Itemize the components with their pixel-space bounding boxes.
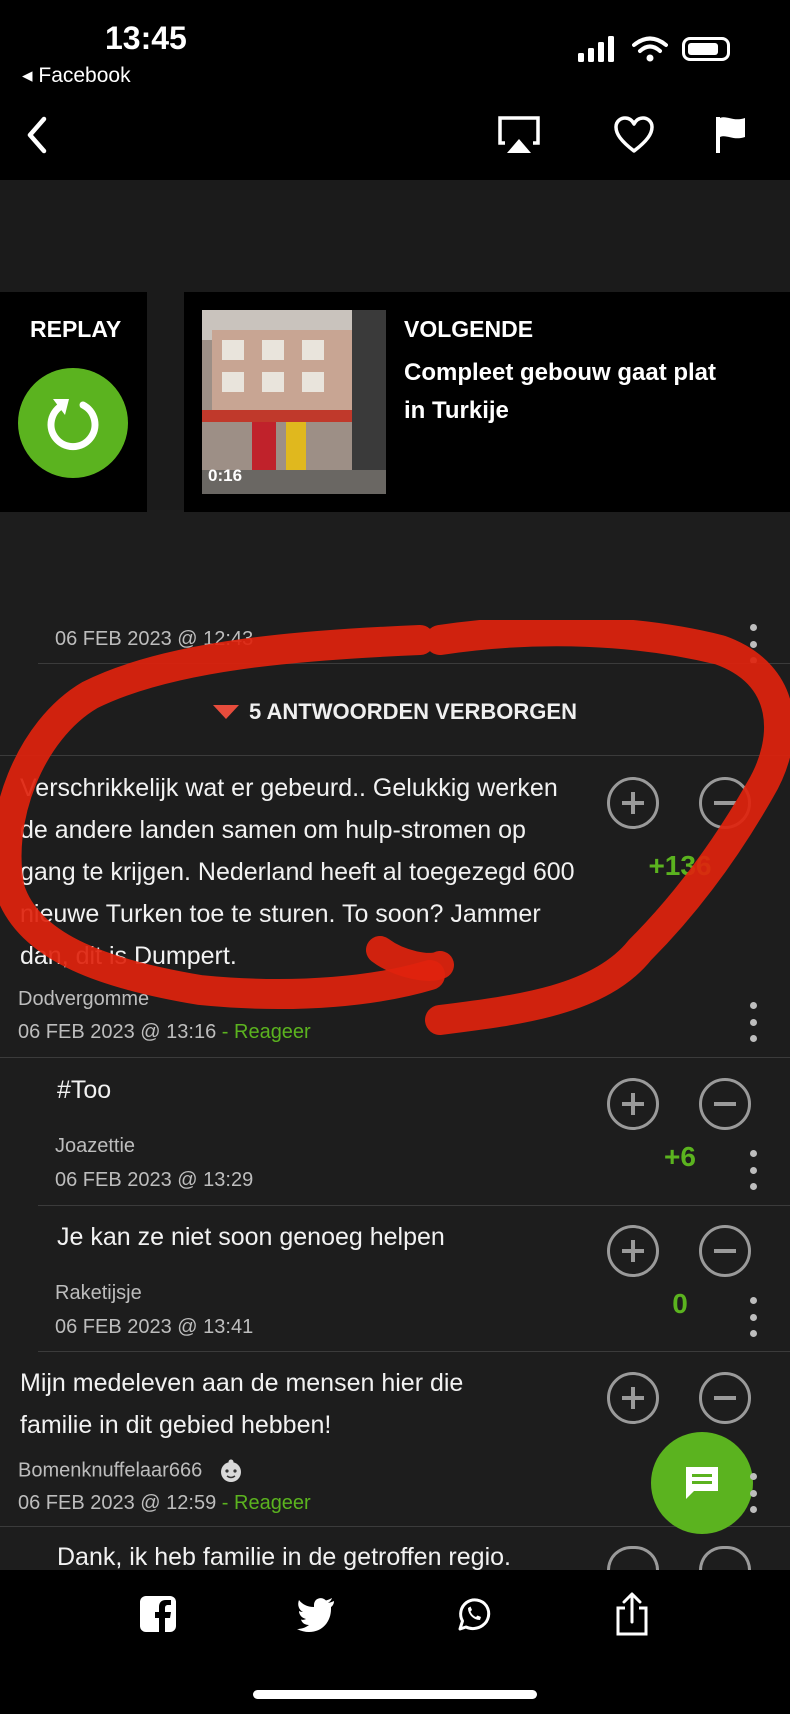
comment-menu-icon[interactable] (743, 1473, 763, 1513)
comment-menu-icon[interactable] (743, 1002, 763, 1042)
comment-date: 06 FEB 2023 @ 13:41 (55, 1316, 254, 1338)
comment-author[interactable]: Dodvergomme (18, 988, 149, 1011)
home-indicator (253, 1690, 537, 1699)
twitter-icon[interactable] (292, 1590, 340, 1638)
comment-author: Bomenknuffelaar666 (18, 1458, 244, 1484)
battery-icon (682, 37, 730, 61)
comment-author-name[interactable]: Bomenknuffelaar666 (18, 1459, 202, 1481)
comment-date: 06 FEB 2023 @ 13:29 (55, 1169, 254, 1191)
comment-text: Dank, ik heb familie in de getroffen reg… (57, 1543, 511, 1570)
plus-icon (622, 792, 644, 814)
top-nav-bar (0, 90, 790, 180)
signal-icon (578, 36, 614, 62)
status-bar: 13:45 ◂ Facebook (0, 0, 790, 90)
comment-author[interactable]: Raketijsje (55, 1282, 142, 1305)
share-icon[interactable] (608, 1590, 656, 1638)
upvote-button[interactable] (607, 1372, 659, 1424)
minus-icon (714, 1249, 736, 1253)
status-icons (578, 36, 730, 62)
comment-text: Je kan ze niet soon genoeg helpen (57, 1223, 445, 1251)
comment-date: 06 FEB 2023 @ 12:59 - Reageer (18, 1492, 311, 1515)
minus-icon (714, 801, 736, 805)
downvote-button[interactable] (699, 1372, 751, 1424)
downvote-button[interactable] (699, 777, 751, 829)
flag-icon[interactable] (708, 112, 754, 158)
heart-icon[interactable] (611, 112, 657, 158)
replay-card[interactable]: REPLAY (0, 292, 147, 512)
replay-icon (47, 399, 99, 451)
downvote-button[interactable] (699, 1078, 751, 1130)
divider (0, 1057, 790, 1058)
divider (0, 755, 790, 756)
baby-face-icon (220, 1459, 241, 1482)
comment-menu-icon[interactable] (743, 1150, 763, 1190)
comment-text: Verschrikkelijk wat er gebeurd.. Gelukki… (20, 774, 575, 970)
chat-bubble-icon (686, 1467, 718, 1499)
whatsapp-icon[interactable] (450, 1590, 498, 1638)
comment-score: 0 (672, 1288, 688, 1319)
comment-date: 06 FEB 2023 @ 13:16 - Reageer (18, 1021, 311, 1044)
divider (38, 1205, 790, 1206)
plus-icon (622, 1387, 644, 1409)
wifi-icon (632, 36, 668, 62)
downvote-button[interactable] (699, 1225, 751, 1277)
comment-text: #Too (57, 1076, 112, 1104)
replay-button[interactable] (18, 368, 128, 478)
upvote-button[interactable] (607, 1078, 659, 1130)
comment-menu-icon[interactable] (743, 624, 763, 664)
upvote-button[interactable] (607, 1225, 659, 1277)
video-duration: 0:16 (208, 466, 243, 485)
replay-label: REPLAY (30, 316, 122, 342)
comment-menu-icon[interactable] (743, 1297, 763, 1337)
next-video-title[interactable]: Compleet gebouw gaat plat in Turkije (404, 354, 744, 430)
reply-link[interactable]: - Reageer (222, 1021, 311, 1043)
hidden-replies-label: 5 ANTWOORDEN VERBORGEN (249, 699, 577, 724)
plus-icon (622, 1093, 644, 1115)
hidden-replies-toggle[interactable]: 5 ANTWOORDEN VERBORGEN (0, 699, 790, 725)
write-comment-button[interactable] (651, 1432, 753, 1534)
reply-link[interactable]: - Reageer (222, 1492, 311, 1514)
divider (0, 1526, 790, 1527)
comment-date-text: 06 FEB 2023 @ 13:16 (18, 1021, 217, 1043)
comment-author[interactable]: Joazettie (55, 1135, 135, 1158)
comment-score: +6 (664, 1141, 696, 1172)
upvote-button[interactable] (607, 777, 659, 829)
divider (38, 1351, 790, 1352)
next-label: VOLGENDE (404, 316, 534, 342)
comment-text: Mijn medeleven aan de mensen hier die fa… (20, 1369, 464, 1439)
plus-icon (622, 1240, 644, 1262)
minus-icon (714, 1102, 736, 1106)
caret-down-icon (213, 705, 239, 720)
back-arrow-icon[interactable] (14, 112, 60, 158)
next-video-card[interactable]: 0:16 VOLGENDE Compleet gebouw gaat plat … (184, 292, 790, 512)
next-video-thumbnail[interactable]: 0:16 (202, 310, 386, 494)
comment-date: 06 FEB 2023 @ 12:43 (55, 628, 254, 650)
divider (38, 663, 790, 664)
comment-date-text: 06 FEB 2023 @ 12:59 (18, 1492, 217, 1514)
share-bar (0, 1570, 790, 1714)
airplay-icon[interactable] (496, 112, 542, 158)
back-to-facebook-link[interactable]: ◂ Facebook (22, 63, 131, 88)
facebook-icon[interactable] (134, 1590, 182, 1638)
status-time: 13:45 (105, 20, 187, 56)
comment-score: +136 (648, 850, 712, 881)
minus-icon (714, 1396, 736, 1400)
